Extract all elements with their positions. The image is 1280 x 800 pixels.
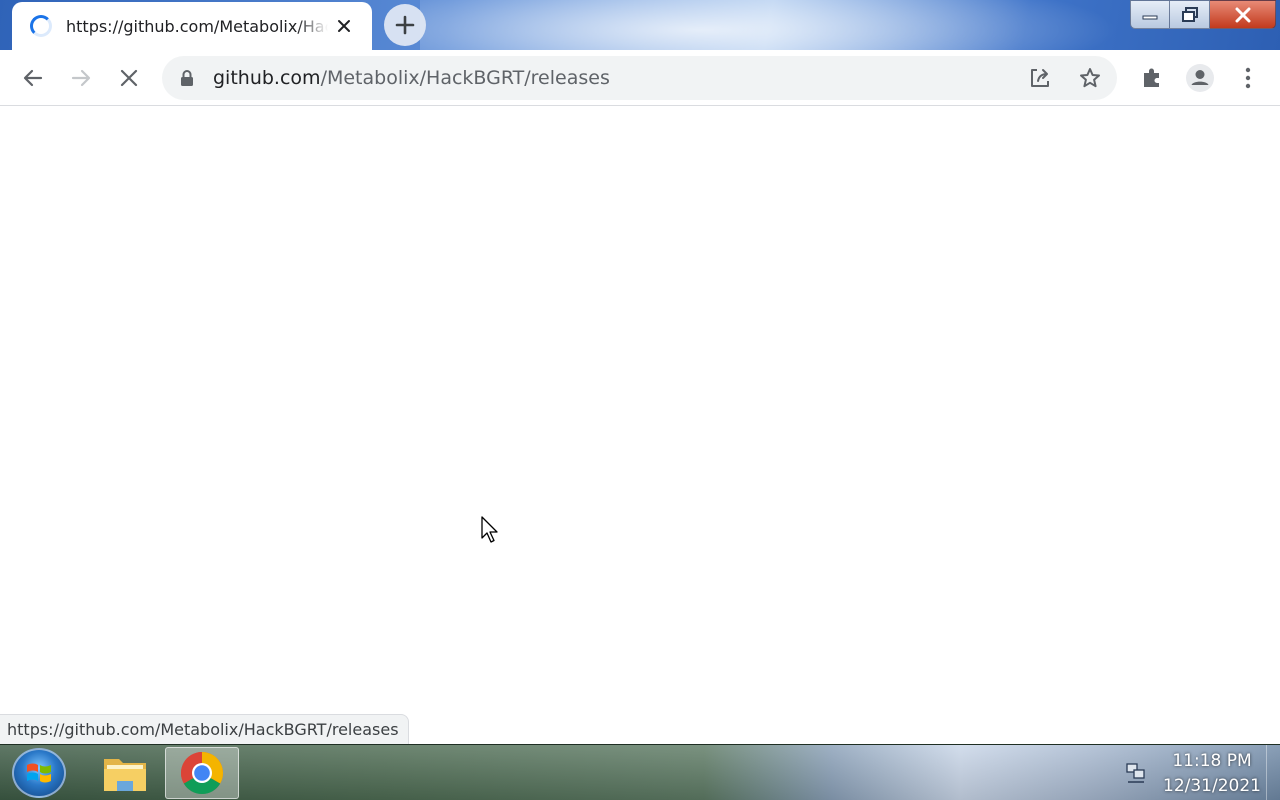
url-host: github.com	[213, 67, 321, 89]
share-icon[interactable]	[1028, 66, 1052, 94]
start-button[interactable]	[12, 748, 66, 798]
tab-title: https://github.com/Metabolix/HackBGRT/re…	[66, 16, 328, 36]
show-desktop-button[interactable]	[1266, 745, 1280, 800]
close-icon	[1235, 7, 1250, 22]
url-path: /Metabolix/HackBGRT/releases	[320, 67, 610, 89]
folder-icon	[104, 759, 146, 791]
browser-tab[interactable]: https://github.com/Metabolix/HackBGRT/re…	[12, 2, 372, 50]
browser-toolbar: github.com/Metabolix/HackBGRT/releases	[0, 50, 1280, 106]
tab-close-icon[interactable]	[334, 16, 354, 36]
page-content	[0, 106, 1280, 744]
back-button[interactable]	[17, 62, 49, 94]
window-controls	[1130, 0, 1276, 30]
arrow-right-icon	[71, 69, 91, 87]
chrome-icon	[180, 752, 224, 795]
mouse-cursor-icon	[481, 516, 501, 548]
plus-icon	[395, 15, 415, 35]
status-bubble: https://github.com/Metabolix/HackBGRT/re…	[0, 714, 409, 744]
clock-time: 11:18 PM	[1172, 751, 1252, 771]
url-text[interactable]: github.com/Metabolix/HackBGRT/releases	[213, 67, 610, 89]
kebab-menu-icon	[1245, 67, 1251, 89]
minimize-icon	[1142, 15, 1158, 19]
browser-titlebar: https://github.com/Metabolix/HackBGRT/re…	[0, 0, 1280, 50]
address-bar[interactable]: github.com/Metabolix/HackBGRT/releases	[162, 56, 1117, 100]
spinner-icon	[30, 15, 52, 37]
forward-button[interactable]	[65, 62, 97, 94]
close-icon	[120, 69, 138, 87]
taskbar-item-file-explorer[interactable]	[88, 747, 162, 799]
network-icon[interactable]	[1124, 761, 1148, 789]
taskbar-clock[interactable]: 11:18 PM 12/31/2021	[1160, 749, 1264, 799]
puzzle-icon	[1144, 68, 1159, 87]
person-icon	[1186, 64, 1214, 92]
clock-date: 12/31/2021	[1163, 776, 1261, 796]
restore-button[interactable]	[1170, 0, 1210, 29]
menu-button[interactable]	[1232, 62, 1264, 94]
new-tab-button[interactable]	[384, 4, 426, 46]
windows-taskbar: 11:18 PM 12/31/2021	[0, 744, 1280, 800]
lock-icon[interactable]	[180, 69, 194, 91]
extensions-button[interactable]	[1136, 62, 1168, 94]
minimize-button[interactable]	[1130, 0, 1170, 29]
profile-button[interactable]	[1184, 62, 1216, 94]
stop-button[interactable]	[113, 62, 145, 94]
restore-icon	[1181, 6, 1198, 22]
window-close-button[interactable]	[1210, 0, 1276, 29]
star-icon[interactable]	[1078, 66, 1102, 94]
taskbar-item-chrome[interactable]	[165, 747, 239, 799]
windows-logo-icon	[27, 763, 51, 783]
arrow-left-icon	[23, 69, 43, 87]
